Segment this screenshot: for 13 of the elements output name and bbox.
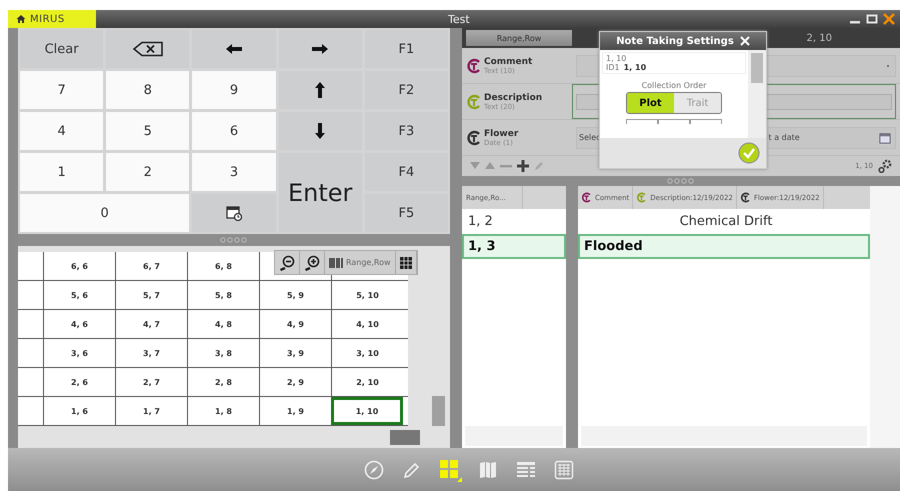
plot-label: 1, 10: [606, 54, 628, 63]
trait-name: Description: [484, 92, 542, 102]
date-placeholder: Selec: [579, 133, 601, 142]
current-plot: 2, 10: [806, 32, 832, 44]
trait-name: Flower: [484, 128, 518, 138]
trait-name: Comment: [484, 56, 532, 66]
collection-order-label: Collection Order: [642, 81, 706, 90]
id-label: ID1: [606, 63, 620, 72]
date-placeholder: t a date: [768, 133, 800, 142]
dialog-title: Note Taking Settings: [616, 36, 734, 46]
window-title: Test: [448, 12, 470, 26]
brand-name: MIRUS: [30, 14, 65, 24]
id-value: 1, 10: [624, 63, 646, 72]
